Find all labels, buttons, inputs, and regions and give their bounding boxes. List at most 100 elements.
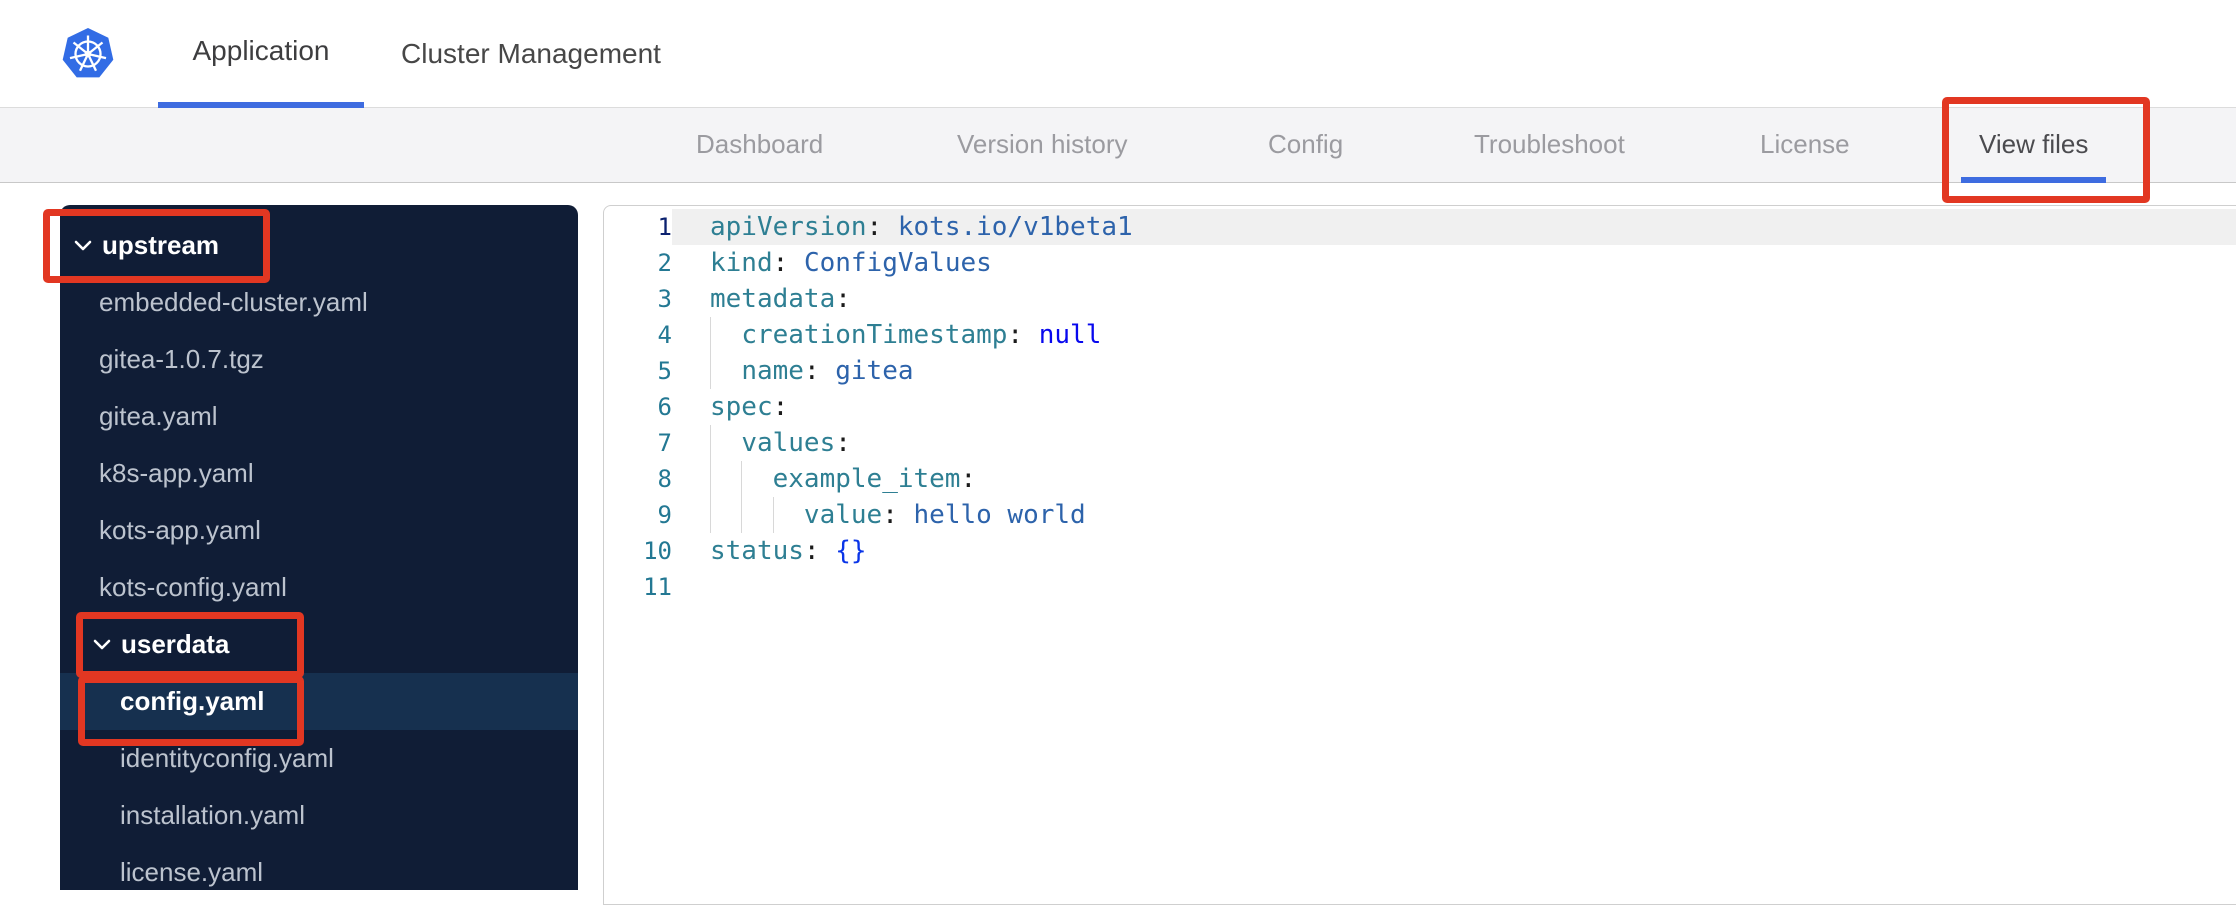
code-line: 6 spec: <box>604 389 2236 425</box>
code-token: : <box>835 428 851 458</box>
line-number: 2 <box>657 249 672 277</box>
code-line: 8 example_item: <box>604 461 2236 497</box>
code-token: hello world <box>913 500 1086 530</box>
tree-item-label: gitea-1.0.7.tgz <box>99 344 264 374</box>
code-line: 4 creationTimestamp: null <box>604 317 2236 353</box>
subtab-version-history[interactable]: Version history <box>939 108 1146 183</box>
file-item-identityconfig-yaml[interactable]: identityconfig.yaml <box>60 730 578 787</box>
code-line: 3 metadata: <box>604 281 2236 317</box>
line-text[interactable]: metadata: <box>672 281 2236 317</box>
subtab-config[interactable]: Config <box>1250 108 1361 183</box>
code-token: creationTimestamp <box>741 320 1008 350</box>
tree-item-label: config.yaml <box>120 686 265 716</box>
app-subnav: Dashboard Version history Config Troublesho… <box>0 108 2236 183</box>
line-number: 4 <box>657 321 672 349</box>
code-token: kots.io/v1beta1 <box>897 212 1133 242</box>
tree-item-label: gitea.yaml <box>99 401 218 431</box>
tab-application[interactable]: Application <box>158 0 364 108</box>
line-text[interactable] <box>672 569 2236 605</box>
code-line: 9 value: hello world <box>604 497 2236 533</box>
indent-guide <box>741 461 743 497</box>
tree-item-label: k8s-app.yaml <box>99 458 254 488</box>
file-item-config-yaml[interactable]: config.yaml <box>60 673 578 730</box>
line-text[interactable]: apiVersion: kots.io/v1beta1 <box>672 209 2236 245</box>
line-number: 6 <box>657 393 672 421</box>
code-token: : <box>772 248 789 278</box>
primary-tabs: Application Cluster Management <box>0 0 2236 108</box>
code-line: 1 apiVersion: kots.io/v1beta1 <box>604 209 2236 245</box>
file-item-k8s-app-yaml[interactable]: k8s-app.yaml <box>60 445 578 502</box>
code-token: : <box>835 284 851 314</box>
code-line: 10 status: {} <box>604 533 2236 569</box>
tree-item-label: kots-app.yaml <box>99 515 261 545</box>
line-text[interactable]: creationTimestamp: null <box>672 317 2236 353</box>
tree-item-label: installation.yaml <box>120 800 305 830</box>
indent-guide <box>710 497 711 533</box>
line-text[interactable]: value: hello world <box>672 497 2236 533</box>
code-token: example_item <box>772 464 961 494</box>
primary-nav: Application Cluster Management <box>0 0 2236 108</box>
tree-item-label: userdata <box>121 629 230 659</box>
code-token: spec <box>710 392 773 422</box>
file-item-gitea-yaml[interactable]: gitea.yaml <box>60 388 578 445</box>
line-text[interactable]: example_item: <box>672 461 2236 497</box>
code-editor[interactable]: 1 apiVersion: kots.io/v1beta1 2 kind: Confi… <box>604 209 2236 605</box>
code-token: gitea <box>835 356 914 386</box>
indent-guide <box>741 497 743 533</box>
line-text[interactable]: spec: <box>672 389 2236 425</box>
code-token: : <box>803 356 820 386</box>
line-number: 10 <box>643 537 672 565</box>
line-number: 5 <box>657 357 672 385</box>
line-number: 9 <box>657 501 672 529</box>
subtab-troubleshoot[interactable]: Troubleshoot <box>1456 108 1643 183</box>
file-tree-panel: upstream embedded-cluster.yaml gitea-1.0.7… <box>60 205 578 890</box>
line-number: 7 <box>657 429 672 457</box>
code-token: kind <box>710 248 773 278</box>
folder-upstream[interactable]: upstream <box>60 217 578 274</box>
file-item-kots-app-yaml[interactable]: kots-app.yaml <box>60 502 578 559</box>
tree-item-label: kots-config.yaml <box>99 572 287 602</box>
file-item-kots-config-yaml[interactable]: kots-config.yaml <box>60 559 578 616</box>
file-item-installation-yaml[interactable]: installation.yaml <box>60 787 578 844</box>
subtab-dashboard[interactable]: Dashboard <box>678 108 841 183</box>
tab-cluster-management[interactable]: Cluster Management <box>396 0 666 108</box>
code-token: apiVersion <box>710 212 867 242</box>
indent-guide <box>710 461 711 497</box>
folder-userdata[interactable]: userdata <box>60 616 578 673</box>
line-text[interactable]: kind: ConfigValues <box>672 245 2236 281</box>
file-item-license-yaml[interactable]: license.yaml <box>60 844 578 890</box>
file-tree: upstream embedded-cluster.yaml gitea-1.0.7… <box>60 205 578 890</box>
tree-item-label: embedded-cluster.yaml <box>99 287 368 317</box>
code-token: metadata <box>710 284 836 314</box>
code-token: ConfigValues <box>803 248 992 278</box>
code-token: value <box>803 500 883 530</box>
code-token: values <box>741 428 836 458</box>
code-token: : <box>803 536 820 566</box>
line-number: 3 <box>657 285 672 313</box>
file-item-embedded-cluster-yaml[interactable]: embedded-cluster.yaml <box>60 274 578 331</box>
code-token: : <box>1007 320 1024 350</box>
tree-item-label: license.yaml <box>120 857 264 887</box>
line-number: 8 <box>657 465 672 493</box>
chevron-down-icon <box>93 639 111 650</box>
line-text[interactable]: name: gitea <box>672 353 2236 389</box>
code-line: 5 name: gitea <box>604 353 2236 389</box>
line-number: 11 <box>643 573 672 601</box>
code-line: 11 <box>604 569 2236 605</box>
subtab-license[interactable]: License <box>1742 108 1868 183</box>
code-token: status <box>710 536 804 566</box>
code-token: : <box>866 212 883 242</box>
line-text[interactable]: values: <box>672 425 2236 461</box>
file-item-gitea-1-0-7-tgz[interactable]: gitea-1.0.7.tgz <box>60 331 578 388</box>
line-text[interactable]: status: {} <box>672 533 2236 569</box>
chevron-down-icon <box>74 240 92 251</box>
subtab-view-files[interactable]: View files <box>1961 108 2107 183</box>
code-token: null <box>1038 320 1102 350</box>
file-contents-viewer[interactable]: 1 apiVersion: kots.io/v1beta1 2 kind: Confi… <box>603 205 2236 905</box>
line-number: 1 <box>657 213 672 241</box>
